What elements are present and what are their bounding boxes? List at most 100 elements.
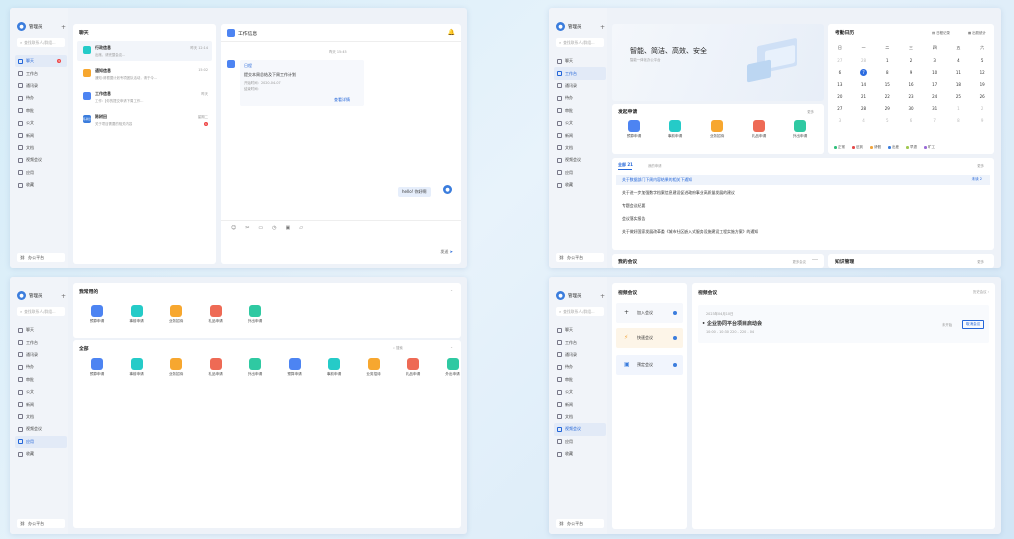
more-link[interactable]: 更多 [977, 163, 984, 168]
calendar-day[interactable]: 18 [947, 78, 971, 90]
calendar-day[interactable]: 23 [899, 90, 923, 102]
search-input[interactable]: ⌕ 查找联系人/群组... [17, 38, 65, 47]
image-icon[interactable]: ▣ [286, 225, 291, 231]
app-tile[interactable]: 事前申请 [317, 358, 351, 377]
sidebar-item-apps[interactable]: 应用 [15, 435, 67, 448]
announcement-item[interactable]: 关于数据部门下周内容结果的相关下通知 [622, 177, 692, 183]
send-button[interactable]: 发送 ➤ [440, 249, 453, 255]
user-profile[interactable]: ● 管理员 [17, 291, 43, 300]
sidebar-item-document[interactable]: 公文 [554, 386, 606, 398]
sidebar-item-apps[interactable]: 应用 [554, 436, 606, 448]
user-profile[interactable]: ● 管理员 [556, 291, 582, 300]
calendar-day[interactable]: 29 [875, 102, 899, 114]
calendar-day[interactable]: 22 [875, 90, 899, 102]
chat-item[interactable]: 工作信息 工作:【你的提交申请下周工作... 昨天 [77, 87, 212, 107]
bell-icon[interactable]: 🔔 [448, 29, 455, 36]
sidebar-item-favorites[interactable]: 收藏 [554, 179, 606, 191]
calendar-day[interactable]: 17 [923, 78, 947, 90]
calendar-day[interactable]: 6 [899, 114, 923, 126]
scissors-icon[interactable]: ✂ [245, 225, 249, 231]
sidebar-item-news[interactable]: 新闻 [554, 398, 606, 410]
plus-icon[interactable]: + [600, 24, 605, 31]
sidebar-item-files[interactable]: 文档 [15, 411, 67, 423]
app-gift[interactable]: 礼品申请 [742, 120, 776, 139]
sidebar-item-approval[interactable]: 审批 [554, 105, 606, 117]
search-box[interactable]: ⌕ 搜索 [393, 345, 403, 350]
calendar-day[interactable]: 12 [970, 66, 994, 78]
calendar-day[interactable]: 13 [828, 78, 852, 90]
tab-my-applications[interactable]: 我的申请 [648, 163, 662, 168]
announcement-item[interactable]: 专题会议纪要 [622, 203, 645, 209]
meeting-card[interactable]: 2023年04月10日 • 企业协同平台项目启动会 10:00 - 10:30 … [698, 305, 989, 343]
file-icon[interactable]: ▱ [299, 225, 303, 231]
app-hospitality[interactable]: 业务招待 [700, 120, 734, 139]
sidebar-item-chat[interactable]: 聊天 [15, 324, 67, 336]
calendar-day[interactable]: 14 [852, 78, 876, 90]
plus-icon[interactable]: + [61, 293, 66, 300]
sidebar-item-video[interactable]: 视频会议 [554, 423, 606, 436]
chat-item[interactable]: 通知信息 通知:请根据计划专项团队活动，请于今... 15:02 [77, 64, 212, 84]
calendar-day[interactable]: 30 [899, 102, 923, 114]
calendar-day[interactable]: 31 [923, 102, 947, 114]
sidebar-item-files[interactable]: 文档 [554, 411, 606, 423]
sidebar-item-workbench[interactable]: 工作台 [554, 336, 606, 348]
sidebar-item-favorites[interactable]: 收藏 [15, 179, 67, 191]
sidebar-item-approval[interactable]: 审批 [15, 105, 67, 117]
more-icon[interactable]: ••• [812, 258, 818, 262]
sidebar-item-approval[interactable]: 审批 [15, 374, 67, 386]
calendar-day[interactable]: 8 [947, 114, 971, 126]
more-meetings-link[interactable]: 更多会议 [792, 259, 806, 264]
calendar-day[interactable]: 6 [828, 66, 852, 78]
calendar-day[interactable]: 5 [875, 114, 899, 126]
sidebar-item-files[interactable]: 文档 [554, 142, 606, 154]
more-link[interactable]: 更多 [807, 109, 814, 114]
history-meetings-link[interactable]: 历史会议 › [973, 289, 989, 294]
search-input[interactable]: ⌕ 查找联系人/群组... [17, 307, 65, 316]
calendar-day[interactable]: 16 [899, 78, 923, 90]
calendar-day[interactable]: 7 [852, 66, 876, 78]
history-icon[interactable]: ◷ [272, 225, 276, 231]
sidebar-item-apps[interactable]: 应用 [15, 167, 67, 179]
app-outing[interactable]: 外出申请 [783, 120, 817, 139]
calendar-day[interactable]: 2 [899, 54, 923, 66]
schedule-card[interactable]: 日程 提交本周总结及下周工作计划 开始时间：2020-04-07 结束时间: 查… [240, 60, 364, 106]
app-tile[interactable]: 事前申请 [120, 305, 154, 324]
calendar-day[interactable]: 28 [852, 102, 876, 114]
app-tile[interactable]: 礼品申请 [199, 358, 233, 377]
sidebar-item-chat[interactable]: 聊天 3 [15, 55, 67, 68]
app-tile[interactable]: 预算申请 [278, 358, 312, 377]
sidebar-item-todo[interactable]: 待办 [15, 361, 67, 373]
sidebar-item-contacts[interactable]: 通讯录 [554, 80, 606, 92]
sidebar-item-chat[interactable]: 聊天 [554, 324, 606, 336]
app-tile[interactable]: 业务招待 [159, 358, 193, 377]
search-input[interactable]: ⌕ 查找联系人/群组... [556, 307, 604, 316]
sidebar-item-news[interactable]: 新闻 [15, 129, 67, 141]
calendar-day[interactable]: 20 [828, 90, 852, 102]
collapse-icon[interactable]: ⌄ [450, 345, 453, 349]
search-input[interactable]: ⌕ 查找联系人/群组... [556, 38, 604, 47]
calendar-day[interactable]: 3 [828, 114, 852, 126]
sidebar-item-favorites[interactable]: 收藏 [554, 448, 606, 460]
calendar-day[interactable]: 9 [970, 114, 994, 126]
user-profile[interactable]: ● 管理员 [556, 22, 582, 31]
calendar-day[interactable]: 24 [923, 90, 947, 102]
tab-all[interactable]: 全部 21 [618, 162, 633, 168]
chat-item[interactable]: 陈树田 陈树田 关于项目需要的相关内容 星期二 1 [77, 110, 212, 130]
calendar-day[interactable]: 2 [970, 102, 994, 114]
emoji-icon[interactable]: ☺ [231, 225, 236, 231]
sidebar-item-video[interactable]: 视频会议 [554, 154, 606, 166]
sidebar-item-contacts[interactable]: 通讯录 [554, 349, 606, 361]
calendar-day[interactable]: 19 [970, 78, 994, 90]
chat-item[interactable]: 行政信息 出席，请完整会议... 昨天 12:14 [77, 41, 212, 61]
sidebar-item-apps[interactable]: 应用 [554, 167, 606, 179]
calendar-day[interactable]: 4 [852, 114, 876, 126]
calendar-day[interactable]: 15 [875, 78, 899, 90]
app-budget[interactable]: 预算申请 [617, 120, 651, 139]
schedule-record-button[interactable]: ▤ 日程记录 [932, 30, 950, 35]
sidebar-item-news[interactable]: 新闻 [15, 398, 67, 410]
sidebar-item-favorites[interactable]: 收藏 [15, 448, 67, 460]
office-platform-link[interactable]: ⛓ 办公平台 [17, 519, 65, 528]
app-tile[interactable]: 预算申请 [80, 305, 114, 324]
office-platform-link[interactable]: ⛓ 办公平台 [17, 253, 65, 262]
schedule-meeting-button[interactable]: ▣ 预定会议 [616, 355, 683, 375]
